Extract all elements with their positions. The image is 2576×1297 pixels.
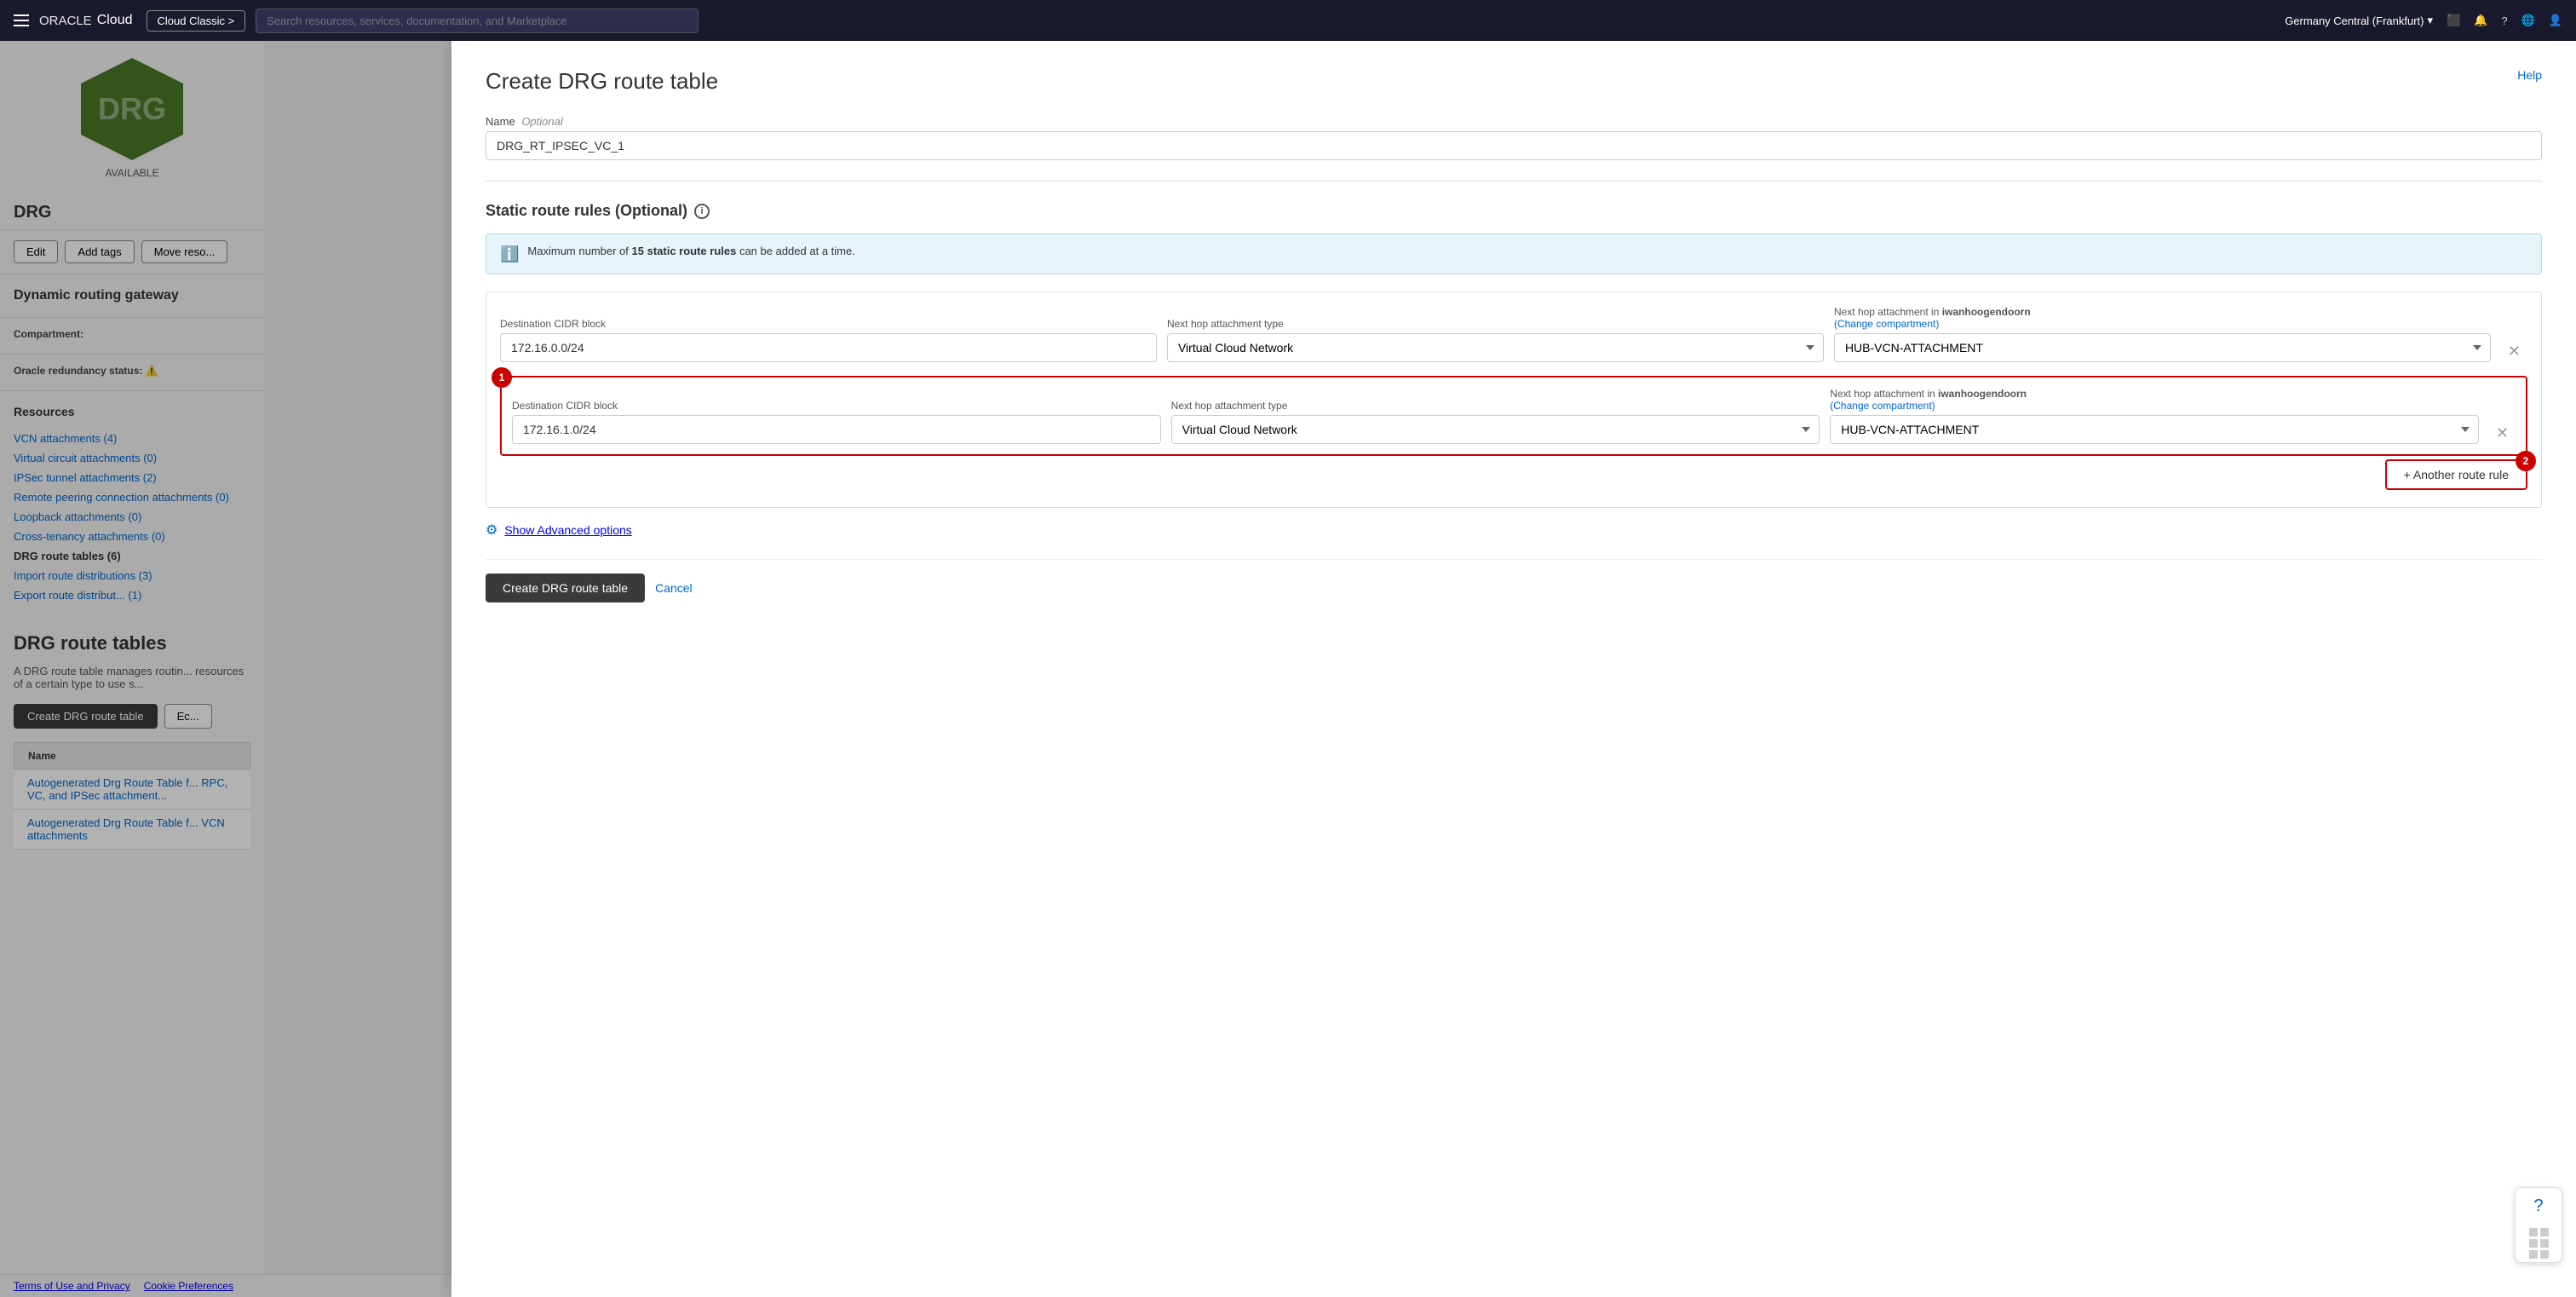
add-route-rule-button[interactable]: + Another route rule 2 bbox=[2385, 459, 2527, 490]
info-banner-count: 15 static route rules bbox=[632, 245, 737, 257]
next-hop-attachment-col-1: Next hop attachment in iwanhoogendoorn (… bbox=[1834, 306, 2491, 362]
help-icon[interactable]: ? bbox=[2501, 14, 2507, 27]
next-hop-attachment-col-2: Next hop attachment in iwanhoogendoorn (… bbox=[1830, 388, 2479, 444]
info-banner-icon: ℹ️ bbox=[500, 245, 519, 263]
name-input[interactable] bbox=[486, 131, 2542, 160]
advanced-options[interactable]: ⚙ Show Advanced options bbox=[486, 522, 2542, 539]
grid-dot-1 bbox=[2529, 1228, 2538, 1236]
modal-footer: Create DRG route table Cancel bbox=[486, 559, 2542, 602]
advanced-options-link[interactable]: Show Advanced options bbox=[504, 523, 631, 537]
static-routes-title: Static route rules (Optional) bbox=[486, 202, 687, 220]
advanced-options-icon: ⚙ bbox=[486, 522, 497, 539]
next-hop-attachment-header-1: Next hop attachment in iwanhoogendoorn (… bbox=[1834, 306, 2491, 330]
route-rules-container: Destination CIDR block Next hop attachme… bbox=[486, 291, 2542, 508]
oracle-logo: ORACLE Cloud bbox=[39, 13, 133, 28]
grid-dot-6 bbox=[2540, 1250, 2549, 1259]
name-optional-label: Optional bbox=[521, 115, 562, 128]
tenant-bold-1: iwanhoogendoorn bbox=[1942, 306, 2031, 318]
change-compartment-link-2[interactable]: (Change compartment) bbox=[1830, 400, 1935, 412]
help-widget-grid bbox=[2526, 1225, 2552, 1262]
info-banner: ℹ️ Maximum number of 15 static route rul… bbox=[486, 233, 2542, 274]
next-hop-type-select-1[interactable]: Virtual Cloud Network bbox=[1167, 333, 1824, 362]
static-routes-info-icon: i bbox=[694, 204, 710, 219]
static-routes-header: Static route rules (Optional) i bbox=[486, 202, 2542, 220]
top-navigation: ORACLE Cloud Cloud Classic > Germany Cen… bbox=[0, 0, 2576, 41]
route-rule-row-1: Destination CIDR block Next hop attachme… bbox=[500, 306, 2527, 362]
modal-header: Create DRG route table Help bbox=[486, 68, 2542, 95]
cloud-classic-button[interactable]: Cloud Classic > bbox=[147, 10, 246, 32]
remove-rule-1-button[interactable]: ✕ bbox=[2501, 340, 2527, 362]
globe-icon[interactable]: 🌐 bbox=[2521, 14, 2535, 27]
next-hop-label-1: Next hop attachment type bbox=[1167, 318, 1824, 330]
badge-1: 1 bbox=[492, 367, 512, 388]
dest-cidr-label-1: Destination CIDR block bbox=[500, 318, 1157, 330]
help-widget-icon[interactable]: ? bbox=[2525, 1188, 2551, 1225]
hamburger-menu[interactable] bbox=[14, 14, 29, 26]
region-selector[interactable]: Germany Central (Frankfurt) ▾ bbox=[2285, 14, 2433, 27]
search-input[interactable] bbox=[256, 9, 699, 33]
tenant-bold-2: iwanhoogendoorn bbox=[1938, 388, 2027, 400]
next-hop-attachment-header-2: Next hop attachment in iwanhoogendoorn (… bbox=[1830, 388, 2479, 412]
name-label: Name Optional bbox=[486, 115, 2542, 128]
next-hop-type-col-2: Next hop attachment type Virtual Cloud N… bbox=[1171, 400, 1820, 444]
add-route-rule-label: + Another route rule bbox=[2404, 468, 2509, 481]
section-divider bbox=[486, 181, 2542, 182]
grid-dot-2 bbox=[2540, 1228, 2549, 1236]
dest-cidr-col-2: Destination CIDR block bbox=[512, 400, 1161, 444]
badge-2: 2 bbox=[2516, 451, 2536, 471]
dest-cidr-label-2: Destination CIDR block bbox=[512, 400, 1161, 412]
region-chevron-icon: ▾ bbox=[2427, 14, 2433, 27]
cloud-text: Cloud bbox=[97, 13, 133, 28]
oracle-text: ORACLE bbox=[39, 14, 92, 28]
next-hop-type-col-1: Next hop attachment type Virtual Cloud N… bbox=[1167, 318, 1824, 362]
remove-rule-2-button[interactable]: ✕ bbox=[2489, 422, 2516, 444]
grid-dot-3 bbox=[2529, 1239, 2538, 1248]
attachment-select-1[interactable]: HUB-VCN-ATTACHMENT bbox=[1834, 333, 2491, 362]
user-icon[interactable]: 👤 bbox=[2549, 14, 2562, 27]
attachment-select-2[interactable]: HUB-VCN-ATTACHMENT bbox=[1830, 415, 2479, 444]
grid-dot-4 bbox=[2540, 1239, 2549, 1248]
next-hop-type-select-2[interactable]: Virtual Cloud Network bbox=[1171, 415, 1820, 444]
modal-title: Create DRG route table bbox=[486, 68, 718, 95]
name-field-group: Name Optional bbox=[486, 115, 2542, 160]
next-hop-label-2: Next hop attachment type bbox=[1171, 400, 1820, 412]
create-drg-route-table-modal: Create DRG route table Help Name Optiona… bbox=[451, 41, 2576, 1297]
cancel-button[interactable]: Cancel bbox=[655, 581, 693, 595]
route-rule-row-2: 1 Destination CIDR block Next hop attach… bbox=[500, 376, 2527, 456]
dest-cidr-input-1[interactable] bbox=[500, 333, 1157, 362]
grid-dot-5 bbox=[2529, 1250, 2538, 1259]
bell-icon[interactable]: 🔔 bbox=[2474, 14, 2487, 27]
change-compartment-link-1[interactable]: (Change compartment) bbox=[1834, 318, 1939, 330]
help-link[interactable]: Help bbox=[2517, 68, 2542, 82]
console-icon[interactable]: ⬛ bbox=[2447, 14, 2460, 27]
add-rule-wrapper: + Another route rule 2 bbox=[500, 459, 2527, 490]
region-label: Germany Central (Frankfurt) bbox=[2285, 14, 2424, 27]
create-drg-route-table-submit-button[interactable]: Create DRG route table bbox=[486, 574, 645, 602]
info-banner-text: Maximum number of 15 static route rules … bbox=[527, 245, 854, 257]
dest-cidr-col-1: Destination CIDR block bbox=[500, 318, 1157, 362]
nav-right: Germany Central (Frankfurt) ▾ ⬛ 🔔 ? 🌐 👤 bbox=[2285, 14, 2562, 27]
dest-cidr-input-2[interactable] bbox=[512, 415, 1161, 444]
help-widget: ? bbox=[2515, 1187, 2562, 1263]
